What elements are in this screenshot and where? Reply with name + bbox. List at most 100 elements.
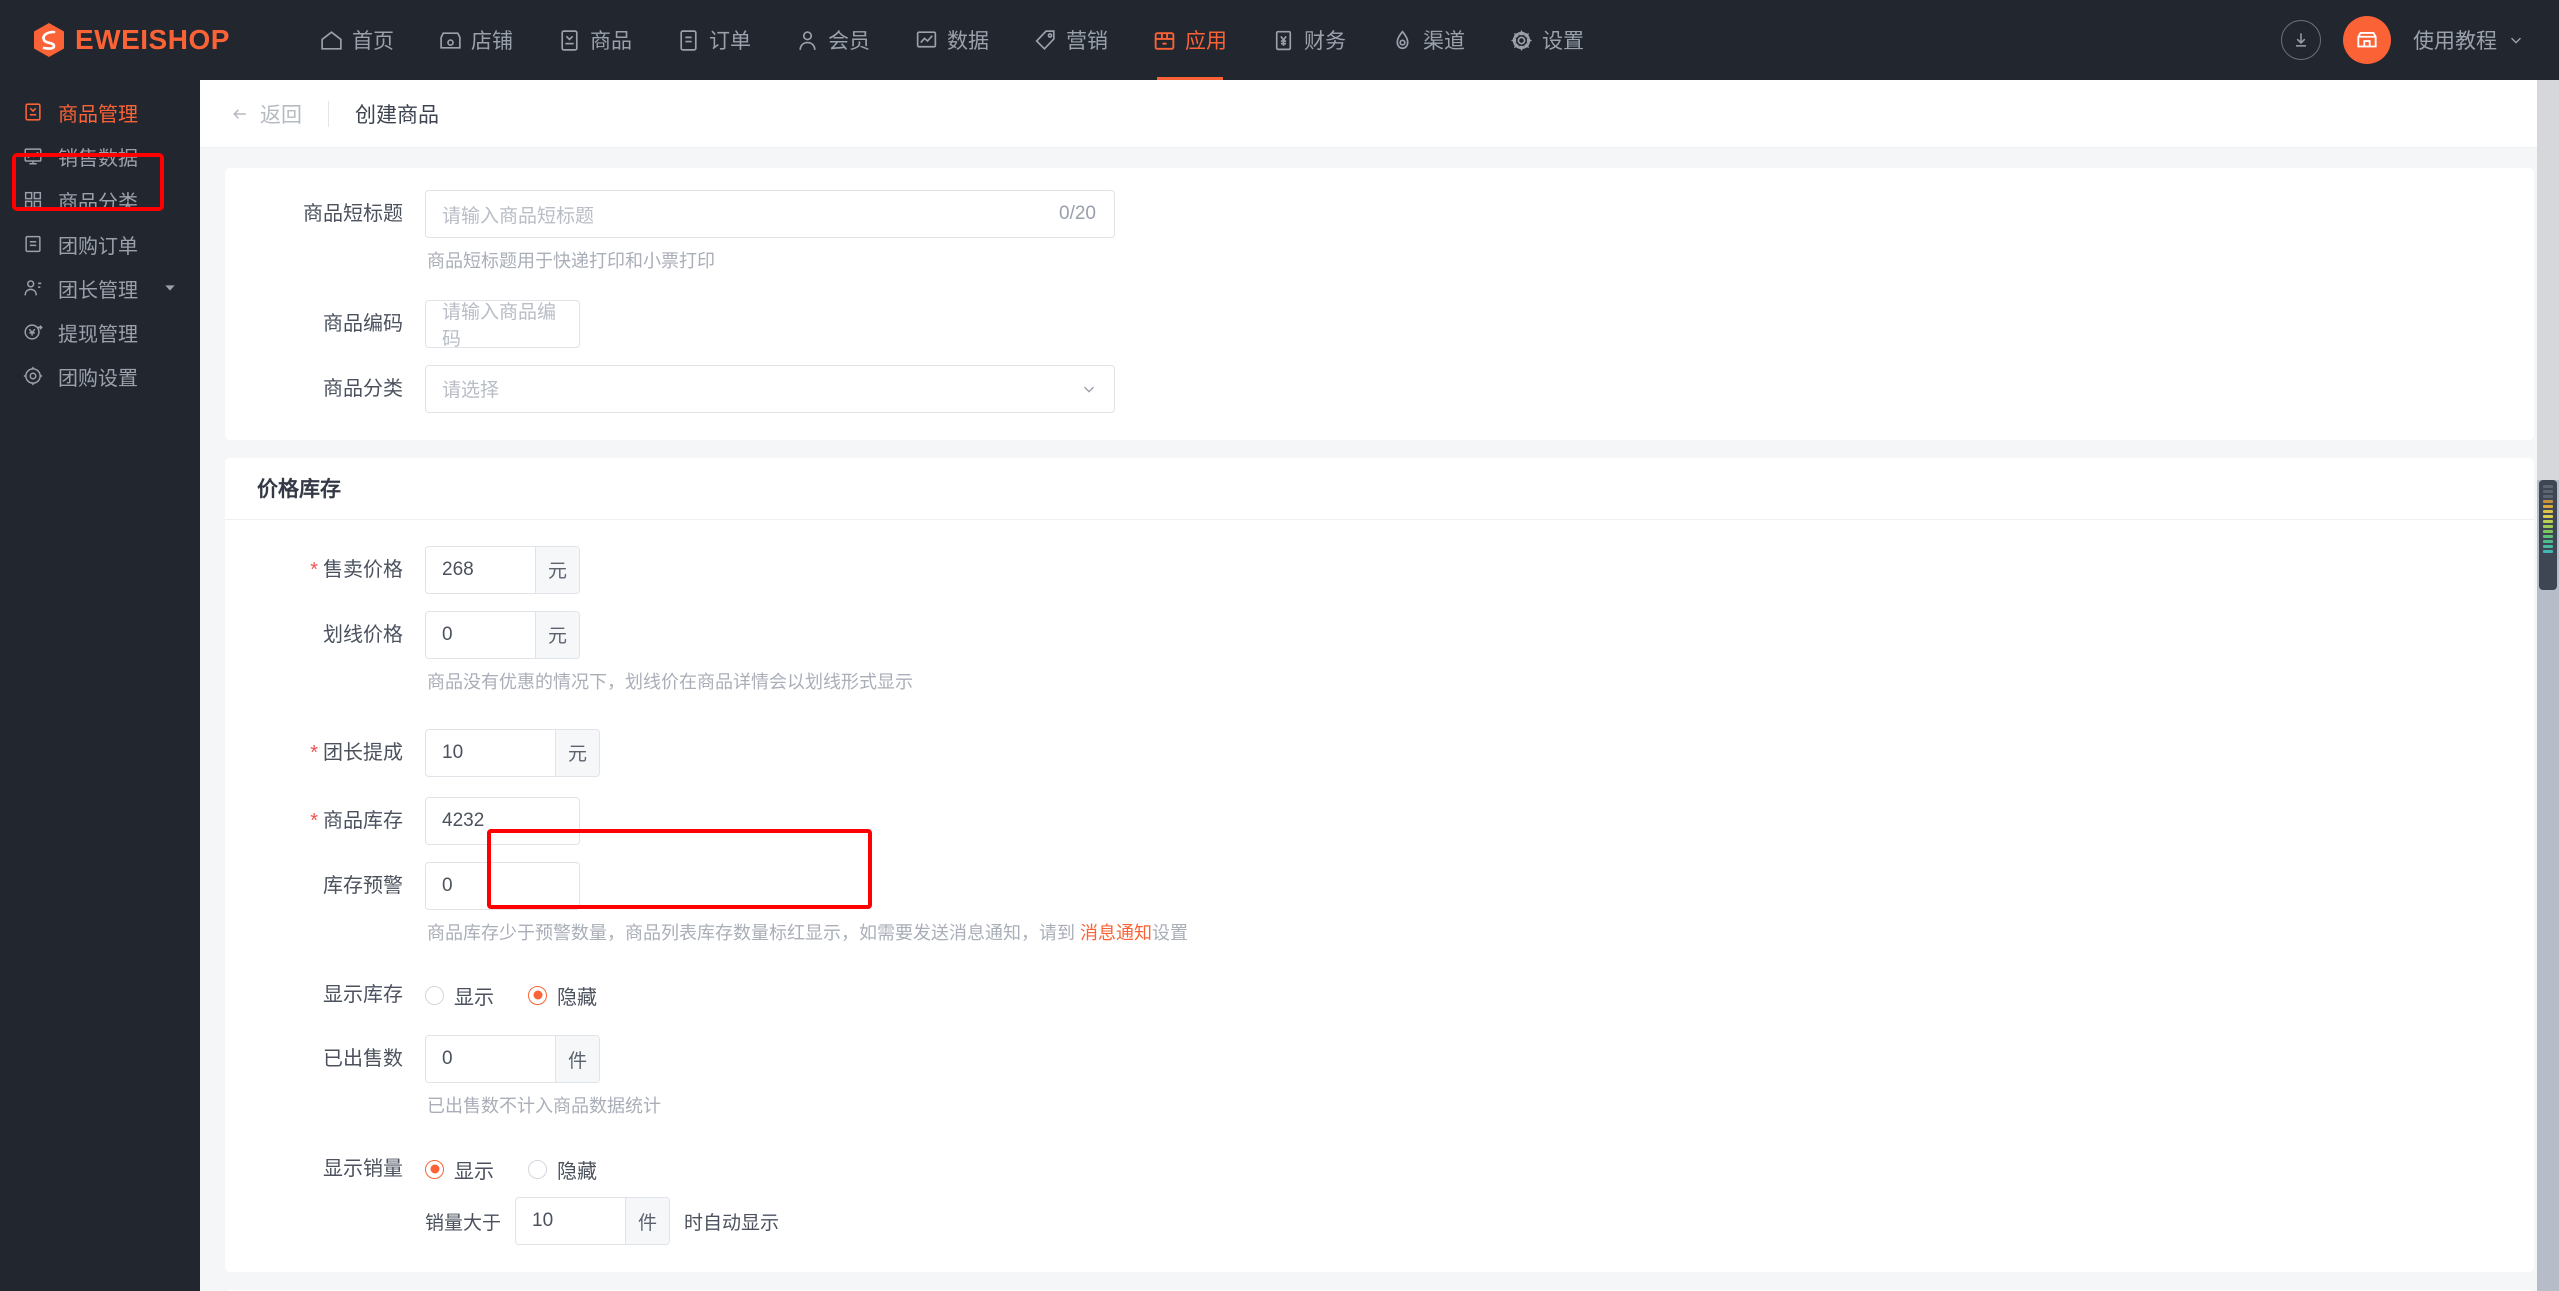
nav-item-data[interactable]: 数据 bbox=[892, 0, 1011, 80]
sidebar-item-category[interactable]: 商品分类 bbox=[0, 178, 200, 222]
main-content: 返回 创建商品 商品短标题 请输入商品短标题 0/20 商品短标题用于快递打印和… bbox=[200, 80, 2559, 1291]
nav-item-channel[interactable]: 渠道 bbox=[1368, 0, 1487, 80]
nav-item-shop[interactable]: 店铺 bbox=[416, 0, 535, 80]
nav-label-home: 首页 bbox=[352, 30, 394, 53]
back-button[interactable]: 返回 bbox=[230, 99, 302, 129]
nav-item-order[interactable]: 订单 bbox=[654, 0, 773, 80]
stock-input[interactable]: 4232 bbox=[425, 796, 580, 845]
label-line-price: 划线价格 bbox=[323, 623, 403, 646]
shop-avatar[interactable] bbox=[2343, 16, 2391, 64]
nav-item-finance[interactable]: 财务 bbox=[1249, 0, 1368, 80]
sidebar-item-group-order[interactable]: 团购订单 bbox=[0, 222, 200, 266]
show-sales-radio-show[interactable]: 显示 bbox=[425, 1155, 494, 1184]
sidebar-item-group-settings[interactable]: 团购设置 bbox=[0, 354, 200, 398]
sidebar-item-withdraw[interactable]: 提现管理 bbox=[0, 310, 200, 354]
show-sales-radio-hide[interactable]: 隐藏 bbox=[528, 1155, 597, 1184]
price-stock-title: 价格库存 bbox=[225, 458, 2534, 520]
tutorial-menu[interactable]: 使用教程 bbox=[2413, 25, 2525, 55]
line-price-value: 0 bbox=[442, 623, 453, 645]
label-sale-price: 售卖价格 bbox=[225, 546, 425, 594]
show-stock-radio-show[interactable]: 显示 bbox=[425, 981, 494, 1010]
stock-warn-input[interactable]: 0 bbox=[425, 861, 580, 910]
sidebar-label-sales-data: 销售数据 bbox=[58, 147, 138, 170]
show-stock-radio-group: 显示 隐藏 bbox=[425, 971, 2534, 1019]
withdraw-icon bbox=[24, 324, 43, 340]
nav-item-home[interactable]: 首页 bbox=[297, 0, 416, 80]
brand-logo[interactable]: EWEISHOP bbox=[32, 22, 282, 58]
chevron-down-icon bbox=[1080, 380, 1114, 398]
sidebar-label-goods-manage: 商品管理 bbox=[58, 103, 138, 126]
short-title-counter: 0/20 bbox=[1059, 203, 1096, 224]
tutorial-label: 使用教程 bbox=[2413, 30, 2497, 53]
radio-dot-selected-icon bbox=[425, 1159, 444, 1179]
stock-warn-value: 0 bbox=[442, 874, 453, 896]
radio-dot-icon bbox=[425, 985, 444, 1005]
short-title-placeholder: 请输入商品短标题 bbox=[442, 205, 595, 227]
nav-item-member[interactable]: 会员 bbox=[773, 0, 892, 80]
sale-price-value: 268 bbox=[442, 558, 474, 580]
sidebar-label-leader-manage: 团长管理 bbox=[58, 279, 138, 302]
nav-item-settings[interactable]: 设置 bbox=[1487, 0, 1606, 80]
field-row-show-stock: 显示库存 显示 隐藏 bbox=[225, 971, 2534, 1019]
brand-name: EWEISHOP bbox=[75, 24, 230, 55]
field-row-line-price: 划线价格 0 元 商品没有优惠的情况下，划线价在商品详情会以划线形式显示 bbox=[225, 610, 2534, 697]
control-sale-price: 268 元 bbox=[425, 545, 2534, 594]
category-placeholder: 请选择 bbox=[442, 380, 500, 402]
control-commission: 10 元 bbox=[425, 728, 2534, 777]
nav-label-finance: 财务 bbox=[1304, 30, 1346, 53]
commission-input[interactable]: 10 元 bbox=[425, 728, 600, 777]
short-title-hint: 商品短标题用于快递打印和小票打印 bbox=[427, 251, 715, 271]
sidebar-item-goods-manage[interactable]: 商品管理 bbox=[0, 90, 200, 134]
message-notify-link[interactable]: 消息通知 bbox=[1080, 923, 1152, 943]
sales-threshold-value: 10 bbox=[532, 1210, 554, 1232]
sales-threshold-suffix: 时自动显示 bbox=[684, 1212, 780, 1234]
chart-icon bbox=[916, 30, 937, 48]
line-price-hint: 商品没有优惠的情况下，划线价在商品详情会以划线形式显示 bbox=[427, 671, 913, 692]
label-category: 商品分类 bbox=[323, 377, 403, 400]
stock-warn-hint: 商品库存少于预警数量，商品列表库存数量标红显示，如需要发送消息通知，请到 消息通… bbox=[425, 919, 2534, 948]
sidebar-label-withdraw: 提现管理 bbox=[58, 323, 138, 346]
sidebar-item-sales-data[interactable]: 销售数据 bbox=[0, 134, 200, 178]
category-select[interactable]: 请选择 bbox=[425, 364, 1115, 413]
goods-code-placeholder: 请输入商品编码 bbox=[442, 301, 557, 350]
finance-icon bbox=[1275, 30, 1292, 50]
goods-manage-icon bbox=[25, 103, 41, 121]
top-navbar: EWEISHOP 首页 店铺 商品 订单 会员 数据 营销 应用 财务 渠道 设… bbox=[0, 0, 2559, 80]
nav-label-settings: 设置 bbox=[1542, 30, 1584, 53]
line-price-unit: 元 bbox=[535, 611, 579, 658]
shop-avatar-icon bbox=[2357, 32, 2377, 48]
sidebar-label-group-settings: 团购设置 bbox=[58, 367, 138, 390]
nav-item-marketing[interactable]: 营销 bbox=[1011, 0, 1130, 80]
sale-price-unit: 元 bbox=[535, 546, 579, 593]
line-price-input[interactable]: 0 元 bbox=[425, 610, 580, 659]
radio-dot-icon bbox=[528, 1159, 547, 1179]
top-nav-items: 首页 店铺 商品 订单 会员 数据 营销 应用 财务 渠道 设置 bbox=[297, 0, 2281, 80]
download-button[interactable] bbox=[2281, 20, 2321, 60]
show-stock-radio-hide[interactable]: 隐藏 bbox=[528, 981, 597, 1010]
nav-item-apps[interactable]: 应用 bbox=[1130, 0, 1249, 80]
short-title-input[interactable]: 请输入商品短标题 0/20 bbox=[425, 190, 1115, 238]
control-show-stock: 显示 隐藏 bbox=[425, 971, 2534, 1019]
basic-info-card: 商品短标题 请输入商品短标题 0/20 商品短标题用于快递打印和小票打印 商品编… bbox=[225, 168, 2534, 440]
sold-count-input[interactable]: 0 件 bbox=[425, 1035, 600, 1084]
price-stock-body: 售卖价格 268 元 划线价格 0 bbox=[225, 520, 2534, 1272]
nav-label-goods: 商品 bbox=[590, 30, 632, 53]
show-sales-option-show-label: 显示 bbox=[454, 1160, 494, 1183]
radio-dot-selected-icon bbox=[528, 985, 547, 1005]
scrollbar-thumb[interactable] bbox=[2539, 480, 2557, 590]
breadcrumb-divider bbox=[328, 100, 329, 127]
sold-count-value: 0 bbox=[442, 1048, 453, 1070]
commission-value: 10 bbox=[442, 741, 464, 763]
form-scroll-area: 商品短标题 请输入商品短标题 0/20 商品短标题用于快递打印和小票打印 商品编… bbox=[200, 148, 2559, 1291]
nav-label-data: 数据 bbox=[947, 30, 989, 53]
sidebar-item-leader-manage[interactable]: 团长管理 bbox=[0, 266, 200, 310]
back-label: 返回 bbox=[260, 103, 302, 127]
sales-threshold-input[interactable]: 10 件 bbox=[515, 1197, 671, 1246]
sale-price-input[interactable]: 268 元 bbox=[425, 545, 580, 594]
field-row-sale-price: 售卖价格 268 元 bbox=[225, 545, 2534, 594]
vertical-scrollbar[interactable] bbox=[2537, 80, 2559, 1291]
goods-code-input[interactable]: 请输入商品编码 bbox=[425, 299, 580, 350]
nav-item-goods[interactable]: 商品 bbox=[535, 0, 654, 80]
sidebar-label-group-order: 团购订单 bbox=[58, 235, 138, 258]
sales-threshold-label: 销量大于 bbox=[425, 1212, 502, 1234]
